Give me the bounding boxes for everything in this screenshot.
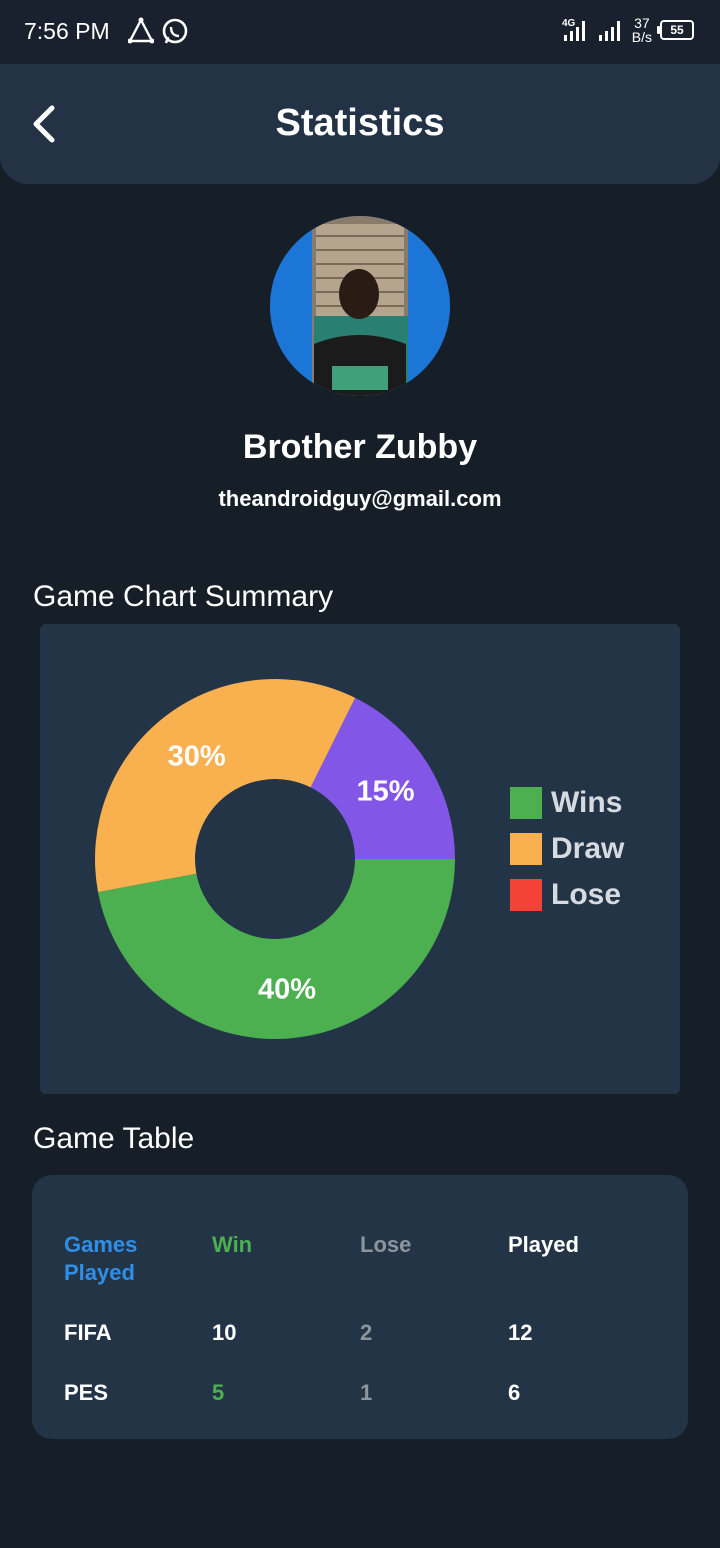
game-table: Games Played Win Lose Played FIFA 10 2 1… [32,1175,688,1439]
signal-4g-icon: 4G [562,18,585,41]
legend-item-draw: Draw [510,826,624,872]
legend-swatch-wins [510,787,542,819]
table-cell-lose: 1 [360,1380,373,1405]
table-cell-game: PES [64,1380,109,1405]
battery-icon: 55 [657,20,694,40]
legend-item-wins: Wins [510,780,624,826]
legend-label: Wins [551,786,623,819]
donut-slice-label: 40% [258,973,316,1005]
speed-value: 37 [634,15,650,31]
table-cell-win: 5 [212,1380,225,1405]
status-time: 7:56 PM [24,18,110,44]
network-speed: 37 B/s [632,16,652,44]
avatar [270,216,450,396]
app-bar: Statistics [0,64,720,184]
table-cell-played: 6 [508,1380,521,1405]
legend-label: Draw [551,832,625,865]
chart-legend: Wins Draw Lose [510,780,624,918]
table-cell-played: 12 [508,1320,533,1345]
table-section-title: Game Table [33,1122,195,1155]
donut-slice-label: 30% [168,740,226,772]
triangle-app-icon [128,17,154,44]
table-row: FIFA 10 2 12 [64,1319,656,1347]
signal-bars-icon [598,21,620,41]
system-icons: 4G 37 B/s 55 [562,16,694,44]
whatsapp-icon [162,18,188,44]
table-row: PES 5 1 6 [64,1379,656,1407]
chart-card: 40% 30% 15% Wins Draw Lose [40,624,680,1094]
notification-icons [128,17,190,47]
profile-name: Brother Zubby [242,428,478,466]
avatar-photo [270,216,450,396]
header-games-played: Games Played [64,1232,138,1285]
profile-email: theandroidguy@gmail.com [218,486,502,511]
donut-slice-label: 15% [357,776,415,808]
table-cell-lose: 2 [360,1320,373,1345]
table-cell-game: FIFA [64,1320,112,1345]
page-title: Statistics [275,102,445,144]
table-header-row: Games Played Win Lose Played [64,1231,656,1287]
speed-unit: B/s [631,29,652,45]
legend-label: Lose [551,878,622,911]
header-lose: Lose [360,1232,412,1257]
donut-slice-wins [98,859,455,1039]
header-played: Played [508,1232,579,1257]
svg-text:4G: 4G [562,18,576,29]
header-win: Win [212,1232,253,1257]
table-cell-win: 10 [212,1320,237,1345]
chart-section-title: Game Chart Summary [33,580,334,613]
legend-swatch-draw [510,833,542,865]
status-bar: 7:56 PM 4G 37 B/s 55 [0,0,720,64]
legend-swatch-lose [510,879,542,911]
legend-item-lose: Lose [510,872,624,918]
